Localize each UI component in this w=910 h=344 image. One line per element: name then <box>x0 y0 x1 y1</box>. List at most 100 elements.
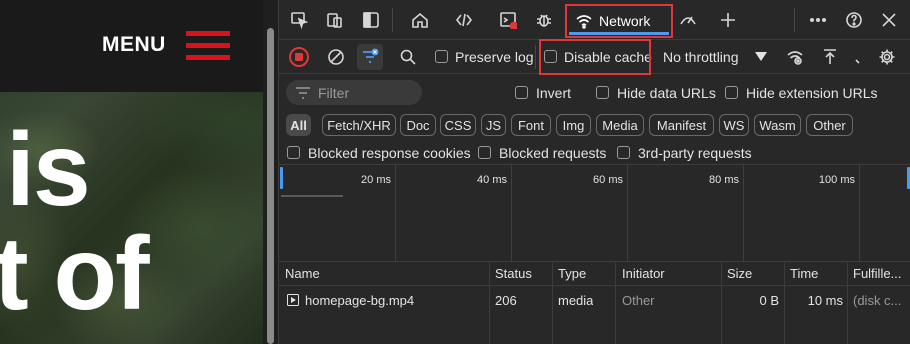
type-filter-css[interactable]: CSS <box>440 114 476 136</box>
blocked-requests-checkbox[interactable] <box>478 146 491 159</box>
disable-cache-highlight <box>539 39 651 75</box>
devtools-tab-bar: Network <box>279 0 910 40</box>
overflow-chevron-icon[interactable] <box>853 46 863 68</box>
blocked-requests-label: Blocked requests <box>499 145 607 161</box>
active-tab-indicator <box>569 32 669 35</box>
network-settings-gear-icon[interactable] <box>876 46 898 68</box>
third-party-checkbox[interactable] <box>617 146 630 159</box>
timeline-overview[interactable]: 20 ms 40 ms 60 ms 80 ms 100 ms <box>279 164 910 262</box>
more-tabs-plus-icon[interactable] <box>717 9 739 31</box>
network-conditions-icon[interactable] <box>784 46 806 68</box>
media-file-icon <box>287 294 299 306</box>
filter-input[interactable]: Filter <box>286 80 422 105</box>
type-filter-ws[interactable]: WS <box>719 114 749 136</box>
timeline-gridline <box>627 165 628 261</box>
throttling-select[interactable]: No throttling <box>663 49 738 65</box>
more-options-icon[interactable] <box>807 9 829 31</box>
type-filter-font[interactable]: Font <box>511 114 551 136</box>
hide-data-urls-label: Hide data URLs <box>617 85 716 101</box>
blocked-cookies-checkbox[interactable] <box>287 146 300 159</box>
type-filter-img[interactable]: Img <box>556 114 591 136</box>
toolbar-divider <box>794 8 795 32</box>
clear-log-icon[interactable] <box>325 46 347 68</box>
timeline-tick-label: 60 ms <box>593 174 623 186</box>
inspect-element-icon[interactable] <box>288 9 310 31</box>
timeline-gridline <box>511 165 512 261</box>
performance-tab-icon[interactable] <box>677 9 699 31</box>
hide-data-urls-checkbox[interactable] <box>596 86 609 99</box>
blocked-filter-bar: Blocked response cookies Blocked request… <box>279 140 910 164</box>
preserve-log-checkbox[interactable] <box>435 50 448 63</box>
request-type: media <box>558 293 594 308</box>
type-filter-fetch-xhr[interactable]: Fetch/XHR <box>322 114 396 136</box>
column-header-type[interactable]: Type <box>558 266 586 281</box>
devtools-panel: Network Preserve log Disable cache No th… <box>278 0 910 344</box>
filter-toggle-button[interactable] <box>357 44 383 70</box>
filter-funnel-icon <box>296 86 310 99</box>
timeline-request-bar <box>281 195 343 197</box>
invert-label: Invert <box>536 85 572 101</box>
column-header-time[interactable]: Time <box>790 266 818 281</box>
record-stop-icon <box>295 53 303 61</box>
type-filter-other[interactable]: Other <box>806 114 853 136</box>
toggle-sidebar-icon[interactable] <box>360 9 382 31</box>
column-header-fulfilled[interactable]: Fulfille... <box>853 266 909 281</box>
type-filter-media[interactable]: Media <box>596 114 644 136</box>
type-filter-all[interactable]: All <box>286 114 311 136</box>
toolbar-divider <box>535 45 536 69</box>
timeline-tick-label: 80 ms <box>709 174 739 186</box>
timeline-gridline <box>859 165 860 261</box>
timeline-tick-label: 40 ms <box>477 174 507 186</box>
import-har-upload-icon[interactable] <box>819 46 841 68</box>
timeline-gridline <box>743 165 744 261</box>
welcome-home-icon[interactable] <box>409 9 431 31</box>
hero-heading-line-2: t of <box>0 216 150 332</box>
column-header-size[interactable]: Size <box>727 266 752 281</box>
request-name[interactable]: homepage-bg.mp4 <box>305 293 414 308</box>
hide-extension-urls-checkbox[interactable] <box>725 86 738 99</box>
timeline-tick-label: 100 ms <box>818 174 855 186</box>
filter-icon <box>363 48 379 63</box>
elements-tab-icon[interactable] <box>453 9 475 31</box>
close-devtools-icon[interactable] <box>878 9 900 31</box>
wifi-icon <box>575 12 593 30</box>
filter-bar: Filter Invert Hide data URLs Hide extens… <box>279 75 910 110</box>
hamburger-menu-icon[interactable] <box>186 31 230 61</box>
stop-recording-button[interactable] <box>289 47 309 67</box>
blocked-cookies-label: Blocked response cookies <box>308 145 471 161</box>
menu-label[interactable]: MENU <box>102 33 166 57</box>
type-filter-manifest[interactable]: Manifest <box>649 114 714 136</box>
scrollbar-thumb[interactable] <box>267 28 274 344</box>
sources-debugger-bug-icon[interactable] <box>533 9 555 31</box>
hero-heading-line-1: is <box>6 112 91 228</box>
filter-placeholder: Filter <box>318 84 350 101</box>
timeline-tick-label: 20 ms <box>361 174 391 186</box>
help-icon[interactable] <box>843 9 865 31</box>
type-filter-wasm[interactable]: Wasm <box>754 114 801 136</box>
column-header-initiator[interactable]: Initiator <box>622 266 665 281</box>
third-party-label: 3rd-party requests <box>638 145 752 161</box>
search-icon[interactable] <box>397 46 419 68</box>
type-filter-js[interactable]: JS <box>481 114 506 136</box>
toolbar-divider <box>392 8 393 32</box>
throttling-dropdown-icon[interactable] <box>755 52 767 62</box>
request-status: 206 <box>495 293 517 308</box>
preserve-log-label: Preserve log <box>455 49 534 65</box>
timeline-gridline <box>395 165 396 261</box>
device-emulation-icon[interactable] <box>324 9 346 31</box>
column-header-status[interactable]: Status <box>495 266 532 281</box>
column-header-name[interactable]: Name <box>285 266 320 281</box>
requests-table-header: Name Status Type Initiator Size Time Ful… <box>279 262 910 286</box>
tab-network-label: Network <box>599 13 651 29</box>
timeline-left-handle[interactable] <box>280 167 283 189</box>
resource-type-filter: All Fetch/XHR Doc CSS JS Font Img Media … <box>279 112 910 140</box>
webpage-viewport: MENU is t of <box>0 0 263 344</box>
hide-extension-urls-label: Hide extension URLs <box>746 85 878 101</box>
type-filter-doc[interactable]: Doc <box>400 114 436 136</box>
console-tab-icon[interactable] <box>497 9 519 31</box>
request-size: 0 B <box>759 293 779 308</box>
invert-checkbox[interactable] <box>515 86 528 99</box>
table-row[interactable]: homepage-bg.mp4 206 media Other 0 B 10 m… <box>279 290 910 312</box>
page-scrollbar[interactable] <box>263 0 278 344</box>
tab-network[interactable]: Network <box>565 4 673 38</box>
